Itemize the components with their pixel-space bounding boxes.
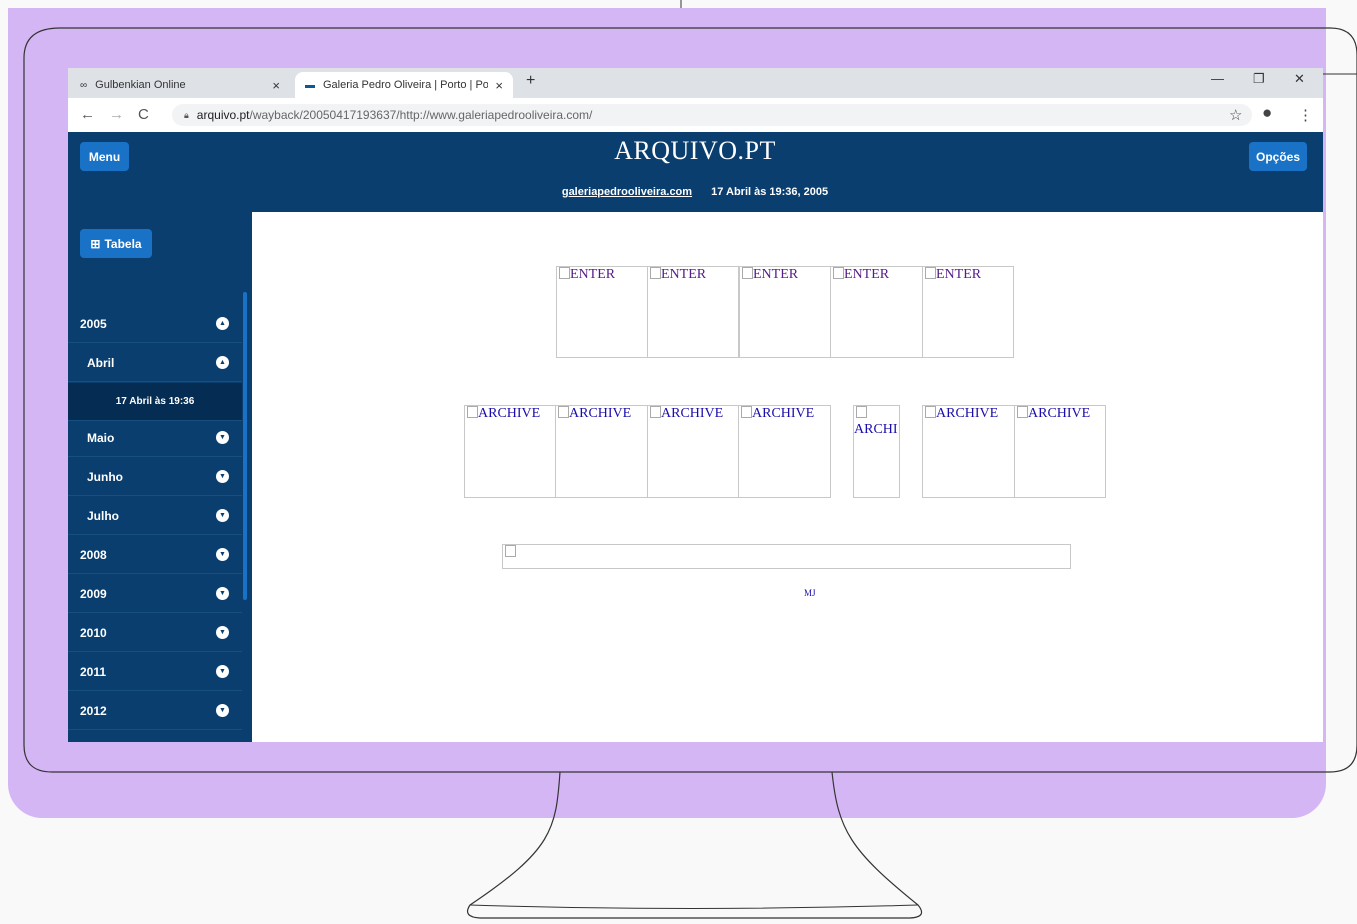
stand-base	[469, 904, 919, 909]
monitor-stand	[467, 771, 923, 919]
screen-bezel	[23, 27, 1357, 773]
monitor-illustration	[23, 0, 1357, 919]
